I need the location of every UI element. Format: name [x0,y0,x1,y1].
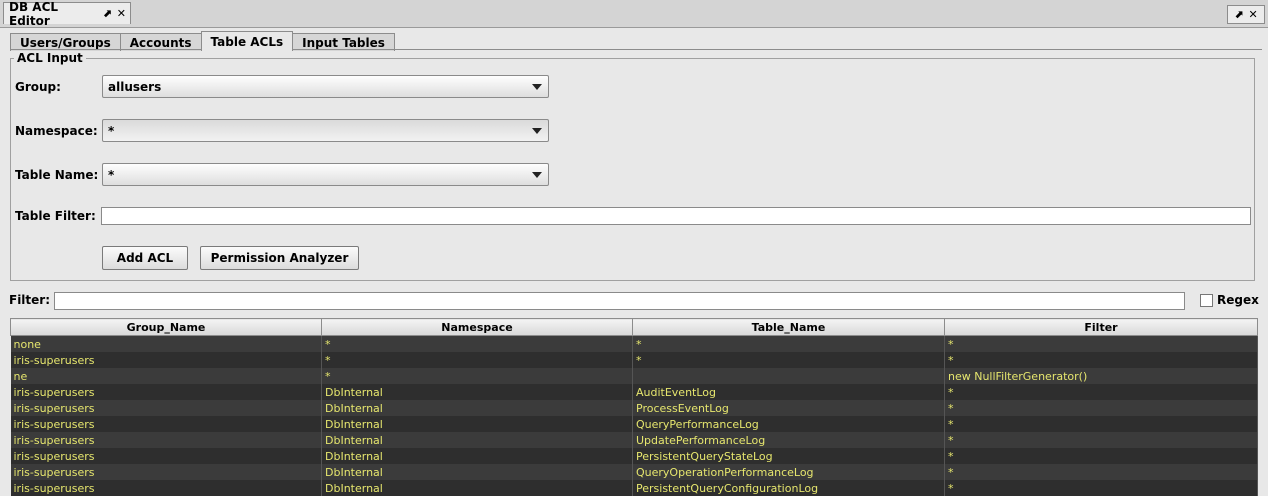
table-row[interactable]: iris-superusers DbInternal UpdatePerforman… [10,432,1258,448]
cell-namespace: DbInternal [321,448,633,464]
cell-table-name: AuditEventLog [632,384,945,400]
table-row[interactable]: iris-superusers DbInternal PersistentQuery… [10,448,1258,464]
cell-filter: * [944,400,1258,416]
namespace-label: Namespace: [15,124,98,138]
window-close-icon[interactable]: ✕ [1249,8,1258,21]
regex-checkbox[interactable] [1200,294,1213,307]
cell-table-name: PersistentQueryStateLog [632,448,945,464]
cell-table-name: QueryOperationPerformanceLog [632,464,945,480]
filter-input[interactable] [54,292,1185,310]
window-controls: ⬈ ✕ [1227,5,1265,24]
table-name-label: Table Name: [15,168,99,182]
cell-namespace: DbInternal [321,464,633,480]
group-label: Group: [15,80,61,94]
tab-divider [10,49,1262,50]
cell-filter: * [944,480,1258,496]
tab-table-acls[interactable]: Table ACLs [200,31,294,51]
cell-filter: * [944,448,1258,464]
table-row[interactable]: iris-superusers DbInternal QueryOperationP… [10,464,1258,480]
cell-table-name: * [632,335,945,352]
cell-filter: * [944,432,1258,448]
table-filter-label: Table Filter: [15,209,96,223]
filter-label: Filter: [9,293,51,307]
cell-namespace: DbInternal [321,480,633,496]
table-name-value: * [108,167,115,182]
table-row[interactable]: iris-superusers DbInternal PersistentQuery… [10,480,1258,496]
add-acl-button[interactable]: Add ACL [102,246,188,270]
table-row[interactable]: iris-superusers * * * [10,352,1258,368]
table-row[interactable]: iris-superusers DbInternal ProcessEventLog… [10,400,1258,416]
table-row[interactable]: none * * * [10,335,1258,352]
cell-table-name: UpdatePerformanceLog [632,432,945,448]
maximize-pin-icon[interactable]: ⬈ [1234,8,1243,21]
group-combo[interactable]: allusers [102,75,549,98]
cell-namespace: DbInternal [321,432,633,448]
cell-table-name: PersistentQueryConfigurationLog [632,480,945,496]
cell-group: ne [10,368,322,384]
namespace-value: * [108,123,115,138]
column-header-table-name[interactable]: Table_Name [632,318,945,336]
cell-namespace: * [321,335,633,352]
chevron-down-icon [532,84,542,90]
window-title-bar: DB ACL Editor ⬈ ✕ ⬈ ✕ [0,0,1268,28]
close-icon[interactable]: ✕ [117,7,126,20]
column-header-group-name[interactable]: Group_Name [10,318,322,336]
window-tab[interactable]: DB ACL Editor ⬈ ✕ [3,0,131,28]
cell-namespace: * [321,352,633,368]
chevron-down-icon [532,172,542,178]
cell-table-name: * [632,352,945,368]
table-row[interactable]: ne * new NullFilterGenerator() [10,368,1258,384]
cell-namespace: DbInternal [321,384,633,400]
cell-group: iris-superusers [10,384,322,400]
cell-group: none [10,335,322,352]
table-header-row: Group_Name Namespace Table_Name Filter [10,318,1258,336]
tab-bar: Users/Groups Accounts Table ACLs Input T… [10,31,395,51]
cell-table-name: ProcessEventLog [632,400,945,416]
acl-table: Group_Name Namespace Table_Name Filter n… [10,318,1258,496]
cell-namespace: DbInternal [321,416,633,432]
acl-input-legend: ACL Input [17,51,83,65]
cell-filter: * [944,384,1258,400]
column-header-filter[interactable]: Filter [944,318,1258,336]
cell-table-name [632,368,945,384]
pin-icon[interactable]: ⬈ [103,7,112,20]
cell-group: iris-superusers [10,448,322,464]
cell-group: iris-superusers [10,432,322,448]
cell-group: iris-superusers [10,352,322,368]
cell-filter: * [944,335,1258,352]
cell-group: iris-superusers [10,480,322,496]
regex-label: Regex [1217,293,1259,307]
cell-group: iris-superusers [10,416,322,432]
table-name-combo[interactable]: * [102,163,549,186]
chevron-down-icon [532,128,542,134]
table-row[interactable]: iris-superusers DbInternal AuditEventLog * [10,384,1258,400]
cell-namespace: DbInternal [321,400,633,416]
cell-filter: * [944,352,1258,368]
table-row[interactable]: iris-superusers DbInternal QueryPerformanc… [10,416,1258,432]
cell-group: iris-superusers [10,464,322,480]
cell-filter: * [944,464,1258,480]
namespace-combo[interactable]: * [102,119,549,142]
column-header-namespace[interactable]: Namespace [321,318,633,336]
cell-filter: new NullFilterGenerator() [944,368,1258,384]
table-filter-input[interactable] [101,207,1251,225]
cell-namespace: * [321,368,633,384]
cell-group: iris-superusers [10,400,322,416]
permission-analyzer-button[interactable]: Permission Analyzer [200,246,359,270]
group-value: allusers [108,79,162,94]
window-title: DB ACL Editor [9,0,59,28]
cell-filter: * [944,416,1258,432]
cell-table-name: QueryPerformanceLog [632,416,945,432]
